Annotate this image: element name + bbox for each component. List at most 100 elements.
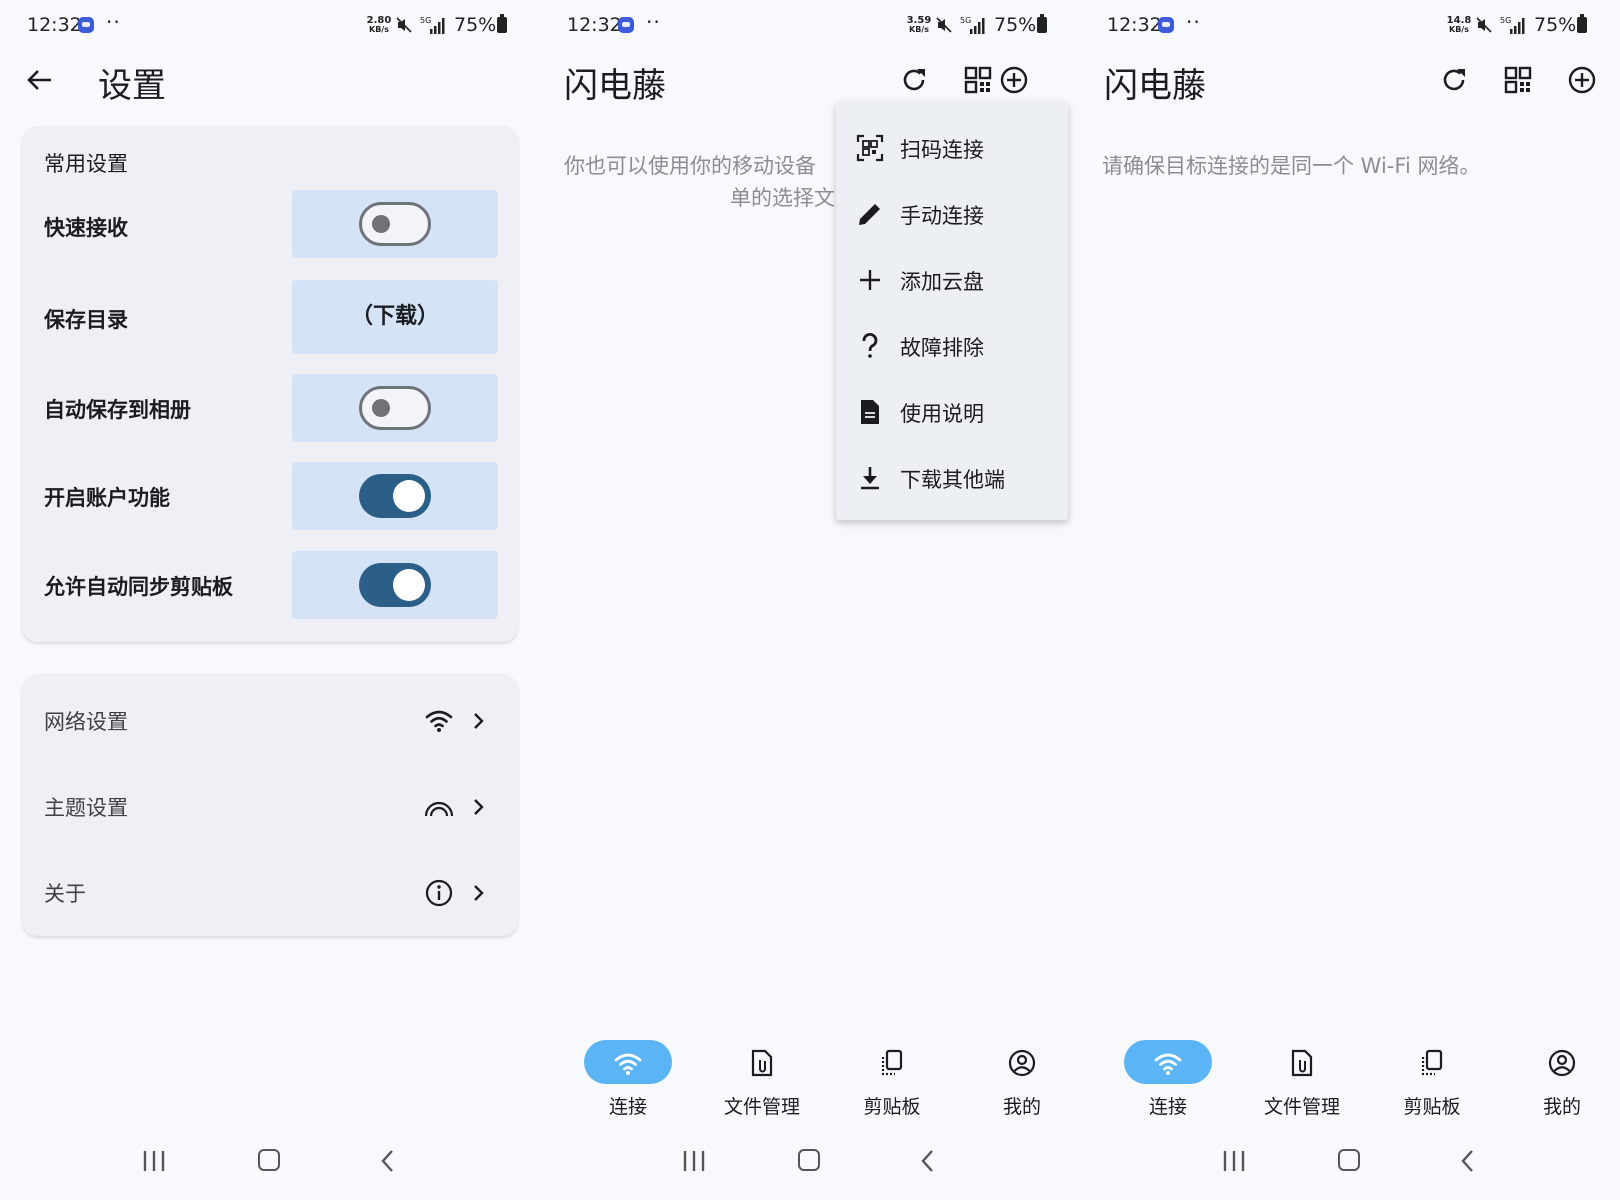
system-back-icon[interactable] <box>1458 1148 1478 1174</box>
bottom-nav-files[interactable]: 文件管理 <box>1242 1040 1362 1120</box>
qr-code-icon[interactable] <box>962 64 994 96</box>
bottom-nav-files[interactable]: 文件管理 <box>702 1040 822 1120</box>
status-time: 12:32 <box>567 14 622 36</box>
signal-icon: 5G <box>420 16 445 34</box>
bottom-nav-connect[interactable]: 连接 <box>568 1040 688 1120</box>
recent-apps-icon[interactable] <box>1220 1148 1248 1174</box>
sync-clipboard-toggle[interactable] <box>359 563 431 607</box>
network-settings-label: 网络设置 <box>44 710 128 734</box>
auto-save-album-switch-box <box>292 374 498 442</box>
bottom-nav-label: 文件管理 <box>1263 1096 1340 1118</box>
system-nav-bar <box>540 1148 1080 1188</box>
sync-clipboard-label: 允许自动同步剪贴板 <box>44 575 233 599</box>
mute-icon <box>1476 17 1492 33</box>
add-circle-icon[interactable] <box>1566 64 1598 96</box>
status-time: 12:32 <box>27 14 82 36</box>
bottom-nav-me[interactable]: 我的 <box>962 1040 1080 1120</box>
account-feature-toggle[interactable] <box>359 474 431 518</box>
network-speed: 14.8 KB/s <box>1445 16 1473 34</box>
network-settings-row[interactable]: 网络设置 <box>22 678 518 764</box>
battery-percent: 75% <box>454 14 497 36</box>
bottom-nav-clipboard[interactable]: 剪贴板 <box>1372 1040 1492 1120</box>
wifi-hint-text: 请确保目标连接的是同一个 Wi-Fi 网络。 <box>1102 154 1481 178</box>
about-row[interactable]: 关于 <box>22 850 518 936</box>
status-more-dots: ·· <box>106 10 121 34</box>
battery-icon <box>1577 14 1587 33</box>
status-time: 12:32 <box>1107 14 1162 36</box>
battery-icon <box>1037 14 1047 33</box>
chevron-right-icon <box>474 799 484 815</box>
home-icon[interactable] <box>1338 1149 1360 1171</box>
quick-receive-label: 快速接收 <box>44 216 128 240</box>
document-icon <box>861 400 879 424</box>
menu-item-label: 下载其他端 <box>900 468 1005 492</box>
download-icon <box>861 467 879 490</box>
bottom-nav-label: 剪贴板 <box>863 1096 921 1118</box>
menu-item-label: 扫码连接 <box>900 138 984 162</box>
auto-save-album-toggle[interactable] <box>359 386 431 430</box>
battery-percent: 75% <box>1534 14 1577 36</box>
account-icon <box>1008 1049 1036 1077</box>
network-speed-unit: KB/s <box>1449 25 1469 34</box>
toggle-knob <box>393 480 425 512</box>
bottom-nav-label: 连接 <box>1148 1096 1187 1118</box>
gallery-notification-icon <box>78 17 94 33</box>
clipboard-icon <box>881 1049 903 1076</box>
recent-apps-icon[interactable] <box>140 1148 168 1174</box>
auto-save-album-label: 自动保存到相册 <box>44 398 191 422</box>
system-back-icon[interactable] <box>918 1148 938 1174</box>
rainbow-icon <box>424 801 454 817</box>
settings-nav-card: 网络设置 主题设置 关于 <box>22 674 518 936</box>
menu-item-manual-connect[interactable]: 手动连接 <box>836 180 1068 246</box>
network-type: 5G <box>960 16 971 25</box>
bottom-nav-clipboard[interactable]: 剪贴板 <box>832 1040 952 1120</box>
home-icon[interactable] <box>258 1149 280 1171</box>
hint-text-line1: 你也可以使用你的移动设备 <box>564 154 816 178</box>
menu-item-troubleshoot[interactable]: 故障排除 <box>836 312 1068 378</box>
page-title: 设置 <box>98 66 166 106</box>
signal-icon: 5G <box>960 16 985 34</box>
battery-percent: 75% <box>994 14 1037 36</box>
bottom-nav-label: 连接 <box>608 1096 647 1118</box>
info-icon <box>425 879 453 907</box>
network-type: 5G <box>1500 16 1511 25</box>
back-arrow-icon[interactable] <box>24 64 56 96</box>
quick-receive-switch-box <box>292 190 498 258</box>
menu-item-scan-connect[interactable]: 扫码连接 <box>836 114 1068 180</box>
account-icon <box>1548 1049 1576 1077</box>
recent-apps-icon[interactable] <box>680 1148 708 1174</box>
refresh-icon[interactable] <box>1438 64 1470 96</box>
menu-item-add-cloud[interactable]: 添加云盘 <box>836 246 1068 312</box>
file-icon <box>751 1049 773 1077</box>
save-dir-button[interactable]: （下载） <box>292 280 498 354</box>
gallery-notification-icon <box>618 17 634 33</box>
add-circle-icon[interactable] <box>998 64 1030 96</box>
bottom-nav-label: 我的 <box>1002 1096 1041 1118</box>
bottom-nav-connect[interactable]: 连接 <box>1108 1040 1228 1120</box>
settings-screen: 12:32 ·· 2.80 KB/s 5G 75% 设置 常用设置 快速接收 保… <box>0 0 540 1200</box>
system-back-icon[interactable] <box>378 1148 398 1174</box>
home-icon[interactable] <box>798 1149 820 1171</box>
account-feature-switch-box <box>292 462 498 530</box>
wifi-icon <box>614 1053 642 1075</box>
bottom-nav-label: 剪贴板 <box>1403 1096 1461 1118</box>
battery-icon <box>497 14 507 33</box>
card-title: 常用设置 <box>44 152 128 176</box>
quick-receive-toggle[interactable] <box>359 202 431 246</box>
chevron-right-icon <box>474 885 484 901</box>
refresh-icon[interactable] <box>898 64 930 96</box>
sync-clipboard-switch-box <box>292 551 498 619</box>
qr-code-icon[interactable] <box>1502 64 1534 96</box>
status-more-dots: ·· <box>646 10 661 34</box>
question-icon <box>862 332 878 358</box>
theme-settings-row[interactable]: 主题设置 <box>22 764 518 850</box>
mute-icon <box>936 17 952 33</box>
bottom-nav-me[interactable]: 我的 <box>1502 1040 1620 1120</box>
menu-item-instructions[interactable]: 使用说明 <box>836 378 1068 444</box>
menu-item-download-clients[interactable]: 下载其他端 <box>836 444 1068 510</box>
clipboard-icon <box>1421 1049 1443 1076</box>
menu-item-label: 添加云盘 <box>900 270 984 294</box>
hint-text-line2: 单的选择文 <box>730 186 835 210</box>
menu-item-label: 手动连接 <box>900 204 984 228</box>
pencil-icon <box>859 204 880 225</box>
